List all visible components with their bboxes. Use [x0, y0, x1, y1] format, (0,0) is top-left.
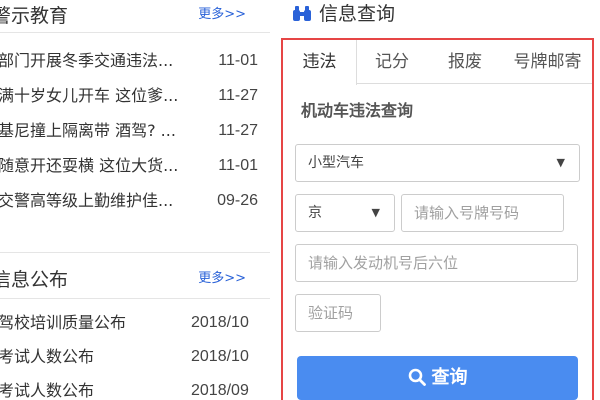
notices-top-divider	[0, 252, 270, 253]
notice-item-title[interactable]: 考试人数公布	[0, 344, 178, 370]
news-item-date: 11-01	[218, 157, 258, 174]
engine-number-input[interactable]	[295, 244, 578, 282]
notice-item[interactable]: 考试人数公布 2018/10	[0, 344, 270, 370]
search-icon	[408, 368, 426, 386]
news-item-date: 11-27	[218, 122, 258, 139]
news-item[interactable]: 基尼撞上隔离带 酒驾? ... 11-27	[0, 118, 270, 144]
query-tabs: 违法 记分 报废 号牌邮寄	[283, 40, 592, 85]
province-value: 京	[308, 205, 322, 221]
notices-header: 信息公布 更多>>	[0, 266, 270, 296]
news-item[interactable]: 随意开还耍横 这位大货... 11-01	[0, 153, 270, 179]
notice-item-date: 2018/10	[191, 348, 249, 365]
vehicle-type-select[interactable]: 小型汽车 ▼	[295, 144, 580, 182]
tab-violation[interactable]: 违法	[283, 40, 357, 85]
query-submit-label: 查询	[431, 367, 468, 388]
news-item-date: 11-01	[218, 52, 258, 69]
left-column: 警示教育 更多>> 部门开展冬季交通违法... 11-01 满十岁女儿开车 这位…	[0, 0, 280, 400]
education-title: 警示教育	[0, 5, 69, 27]
news-item[interactable]: 部门开展冬季交通违法... 11-01	[0, 48, 270, 74]
form-title: 机动车违法查询	[301, 101, 414, 120]
tab-plate-mail[interactable]: 号牌邮寄	[503, 40, 592, 84]
query-submit-button[interactable]: 查询	[297, 356, 578, 400]
news-item-date: 09-26	[217, 192, 258, 209]
notices-title: 信息公布	[0, 269, 69, 291]
notice-item[interactable]: 驾校培训质量公布 2018/10	[0, 310, 270, 336]
news-item[interactable]: 交警高等级上勤维护佳... 09-26	[0, 188, 270, 214]
tab-scrap[interactable]: 报废	[427, 40, 503, 84]
news-item-title[interactable]: 部门开展冬季交通违法...	[0, 48, 186, 74]
notice-item-date: 2018/10	[191, 314, 249, 331]
notice-item-title[interactable]: 考试人数公布	[0, 378, 178, 400]
caret-down-icon: ▼	[371, 206, 380, 219]
notice-item-title[interactable]: 驾校培训质量公布	[0, 310, 178, 336]
query-title: 信息查询	[319, 3, 396, 25]
vehicle-type-value: 小型汽车	[308, 155, 364, 171]
tab-points[interactable]: 记分	[357, 40, 427, 84]
education-divider	[0, 32, 270, 33]
news-item-title[interactable]: 基尼撞上隔离带 酒驾? ...	[0, 118, 186, 144]
education-more-link[interactable]: 更多>>	[198, 6, 246, 24]
captcha-input[interactable]	[295, 294, 381, 332]
notice-item-date: 2018/09	[191, 382, 249, 399]
query-panel: 违法 记分 报废 号牌邮寄 机动车违法查询 小型汽车 ▼ 京 ▼ 查询	[281, 38, 594, 400]
news-item-title[interactable]: 随意开还耍横 这位大货...	[0, 153, 186, 179]
binoculars-icon	[293, 6, 311, 21]
news-item-title[interactable]: 交警高等级上勤维护佳...	[0, 188, 186, 214]
news-item-date: 11-27	[218, 87, 258, 104]
notices-more-link[interactable]: 更多>>	[198, 270, 246, 288]
notices-divider	[0, 298, 270, 299]
plate-number-input[interactable]	[401, 194, 564, 232]
education-header: 警示教育 更多>>	[0, 2, 270, 32]
news-item[interactable]: 满十岁女儿开车 这位爹... 11-27	[0, 83, 270, 109]
caret-down-icon: ▼	[556, 156, 565, 169]
province-select[interactable]: 京 ▼	[295, 194, 395, 232]
news-item-title[interactable]: 满十岁女儿开车 这位爹...	[0, 83, 186, 109]
notice-item[interactable]: 考试人数公布 2018/09	[0, 378, 270, 400]
